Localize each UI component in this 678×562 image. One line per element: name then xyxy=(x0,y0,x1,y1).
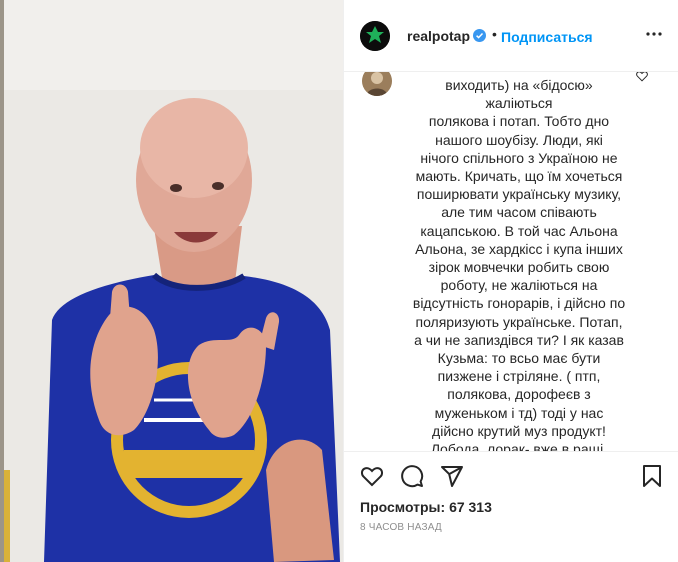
share-icon[interactable] xyxy=(440,464,464,488)
verified-badge-icon xyxy=(473,29,486,42)
comment-icon[interactable] xyxy=(400,464,424,488)
comment-like-icon[interactable] xyxy=(636,72,648,82)
views-label: Просмотры: xyxy=(360,499,446,515)
profile-logo-icon xyxy=(360,21,390,51)
separator-dot: • xyxy=(492,26,497,42)
more-options-icon[interactable] xyxy=(646,30,662,38)
comment-text: виходить) на «бідосю» жаліються полякова… xyxy=(412,77,626,451)
username-link[interactable]: realpotap xyxy=(407,28,470,44)
avatar[interactable] xyxy=(360,21,390,51)
comments-section[interactable]: виходить) на «бідосю» жаліються полякова… xyxy=(344,72,678,451)
action-bar xyxy=(344,451,678,491)
bookmark-icon[interactable] xyxy=(640,464,664,488)
video-frame xyxy=(4,0,343,562)
post-sidebar: realpotap • Подписаться виходить) на «бі… xyxy=(343,0,678,562)
avatar[interactable] xyxy=(362,72,392,96)
post-header: realpotap • Подписаться xyxy=(344,0,678,72)
commenter-photo xyxy=(362,72,392,96)
heart-icon[interactable] xyxy=(360,464,384,488)
views-number: 67 313 xyxy=(449,499,492,515)
follow-button[interactable]: Подписаться xyxy=(501,29,593,45)
view-count: Просмотры: 67 313 xyxy=(360,499,492,515)
post-timestamp[interactable]: 8 ЧАСОВ НАЗАД xyxy=(360,522,442,533)
video-player[interactable] xyxy=(4,0,343,562)
